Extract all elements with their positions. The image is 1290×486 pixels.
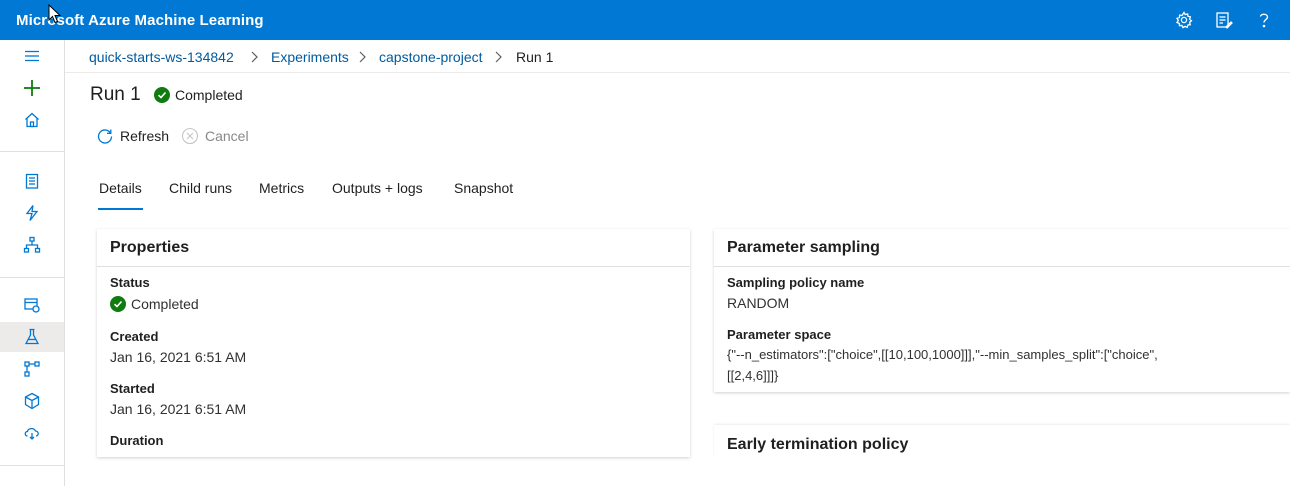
status-label: Status <box>110 275 150 290</box>
feedback-icon[interactable] <box>1214 10 1234 30</box>
automl-icon[interactable] <box>0 198 64 228</box>
status-value-text: Completed <box>131 296 199 312</box>
created-value: Jan 16, 2021 6:51 AM <box>110 349 247 365</box>
top-bar: Microsoft Azure Machine Learning <box>0 0 1290 40</box>
parameter-space-line-2: [[2,4,6]]]} <box>727 368 779 383</box>
sampling-policy-value: RANDOM <box>727 295 790 311</box>
cancel-label: Cancel <box>205 128 249 144</box>
chevron-right-icon <box>359 51 366 63</box>
pipelines-icon[interactable] <box>0 354 64 384</box>
cancel-button[interactable]: Cancel <box>181 126 249 146</box>
card-divider <box>97 266 690 267</box>
cancel-icon <box>181 127 199 145</box>
add-icon[interactable] <box>0 73 64 103</box>
parameter-space-line-1: {"--n_estimators":["choice",[[10,100,100… <box>727 347 1158 362</box>
properties-card: Properties Status Completed Created Jan … <box>97 229 690 457</box>
duration-label: Duration <box>110 433 164 448</box>
breadcrumb: quick-starts-ws-134842 Experiments capst… <box>65 40 1290 73</box>
created-label: Created <box>110 329 159 344</box>
breadcrumb-current: Run 1 <box>516 49 554 65</box>
active-tab-indicator <box>98 208 143 210</box>
datasets-icon[interactable] <box>0 290 64 320</box>
experiments-icon[interactable] <box>0 322 64 352</box>
started-label: Started <box>110 381 155 396</box>
notebooks-icon[interactable] <box>0 166 64 196</box>
status-value: Completed <box>110 296 199 312</box>
breadcrumb-workspace-link[interactable]: quick-starts-ws-134842 <box>89 49 234 65</box>
mouse-cursor-icon <box>48 4 62 24</box>
started-value: Jan 16, 2021 6:51 AM <box>110 401 247 417</box>
properties-title: Properties <box>110 239 190 256</box>
tab-snapshot[interactable]: Snapshot <box>454 180 513 196</box>
tab-child-runs[interactable]: Child runs <box>169 180 232 196</box>
designer-icon[interactable] <box>0 230 64 260</box>
run-status: Completed <box>154 86 243 104</box>
breadcrumb-experiment-link[interactable]: capstone-project <box>379 49 483 65</box>
parameter-space-label: Parameter space <box>727 327 832 342</box>
help-icon[interactable] <box>1254 10 1274 30</box>
left-nav <box>0 40 65 486</box>
tab-details[interactable]: Details <box>99 180 142 196</box>
refresh-label: Refresh <box>120 128 170 144</box>
tab-outputs-logs[interactable]: Outputs + logs <box>332 180 423 196</box>
early-termination-title: Early termination policy <box>727 436 909 453</box>
early-termination-card: Early termination policy <box>714 425 1290 457</box>
chevron-right-icon <box>251 51 258 63</box>
completed-check-icon <box>110 296 126 312</box>
completed-check-icon <box>154 87 170 103</box>
refresh-button[interactable]: Refresh <box>96 126 169 146</box>
tab-metrics[interactable]: Metrics <box>259 180 304 196</box>
breadcrumb-experiments-link[interactable]: Experiments <box>271 49 349 65</box>
models-icon[interactable] <box>0 386 64 416</box>
sampling-policy-label: Sampling policy name <box>727 275 865 290</box>
home-icon[interactable] <box>0 105 64 135</box>
settings-icon[interactable] <box>1174 10 1194 30</box>
card-divider <box>714 266 1290 267</box>
menu-icon[interactable] <box>0 41 64 71</box>
page-title: Run 1 <box>90 84 141 105</box>
nav-divider <box>0 465 64 466</box>
endpoints-icon[interactable] <box>0 418 64 448</box>
nav-divider <box>0 277 64 278</box>
chevron-right-icon <box>495 51 502 63</box>
run-status-text: Completed <box>175 87 243 103</box>
parameter-sampling-title: Parameter sampling <box>727 239 880 256</box>
parameter-sampling-card: Parameter sampling Sampling policy name … <box>714 229 1290 392</box>
nav-divider <box>0 151 64 152</box>
refresh-icon <box>97 129 113 144</box>
